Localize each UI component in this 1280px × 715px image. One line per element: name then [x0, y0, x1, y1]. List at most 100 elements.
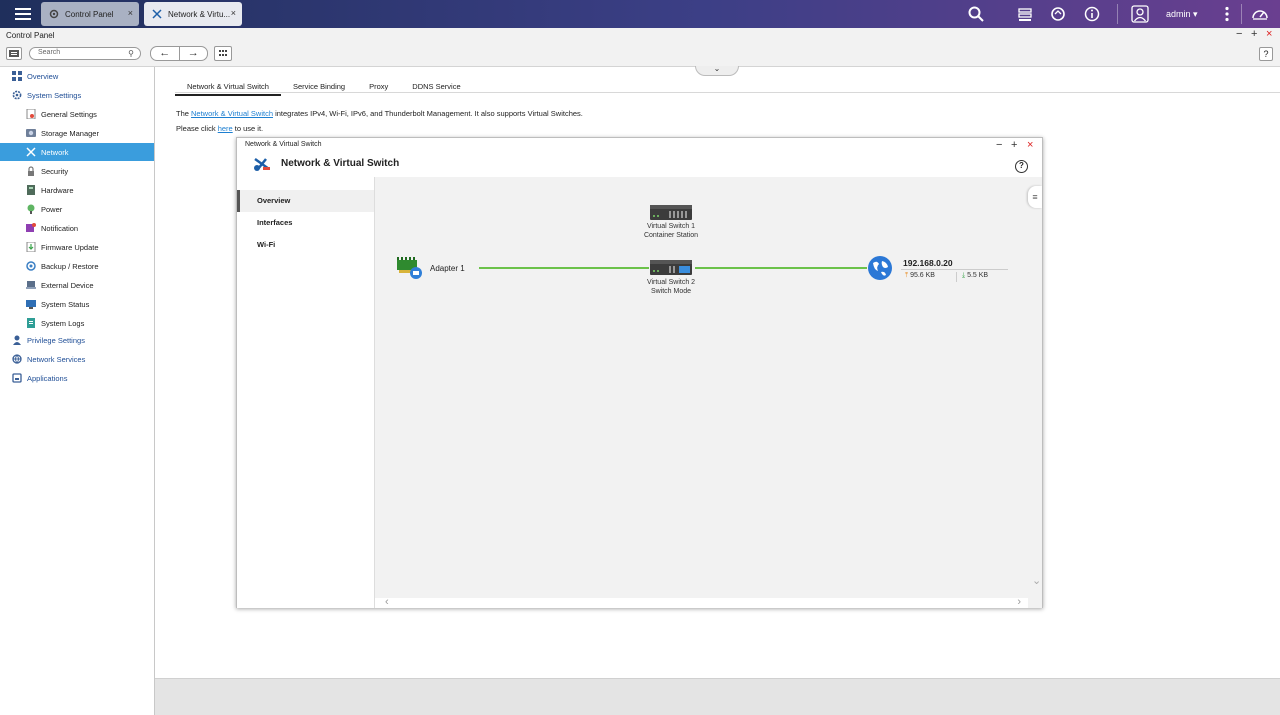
sidebar-item-notification[interactable]: Notification	[0, 219, 154, 237]
sidebar-toggle-button[interactable]	[6, 47, 22, 60]
sidebar-item-system-status[interactable]: System Status	[0, 295, 154, 313]
upload-icon: ⤒	[905, 272, 909, 279]
globe-icon	[12, 354, 22, 364]
virtual-switch-1-name: Virtual Switch 1	[646, 223, 696, 230]
sidebar-item-general-settings[interactable]: General Settings	[0, 105, 154, 123]
tab-label: Network & Virtu...	[168, 9, 231, 19]
virtual-switch-1-icon[interactable]	[649, 204, 693, 221]
inner-close-button[interactable]: ×	[1027, 139, 1033, 151]
close-tab-icon[interactable]: ×	[231, 8, 236, 18]
tab-network-virtual-switch[interactable]: Network & Virtu... ×	[144, 2, 242, 26]
inner-window-heading: Network & Virtual Switch	[281, 158, 400, 169]
upload-stat: ⤒ 95.6 KB	[905, 272, 935, 280]
description-line-2: Please click here to use it.	[176, 124, 263, 133]
back-button[interactable]: ←	[151, 47, 180, 60]
sidebar-item-label: Storage Manager	[41, 128, 99, 138]
sidebar-item-label: System Logs	[41, 318, 85, 328]
network-virtual-switch-window: Network & Virtual Switch − + × Network &…	[236, 137, 1043, 608]
sidebar-item-hardware[interactable]: Hardware	[0, 181, 154, 199]
help-button[interactable]: ?	[1259, 47, 1273, 61]
nav-wifi[interactable]: Wi-Fi	[237, 234, 374, 256]
user-icon[interactable]	[1131, 5, 1149, 23]
help-icon[interactable]: ?	[1015, 160, 1028, 173]
network-virtual-switch-link[interactable]: Network & Virtual Switch	[191, 109, 273, 118]
settings-icon	[26, 109, 36, 119]
search-input[interactable]: Search ⚲	[29, 47, 141, 60]
sidebar-item-system-settings[interactable]: System Settings	[0, 86, 154, 104]
user-menu[interactable]: admin ▾	[1166, 9, 1198, 20]
notification-icon	[26, 223, 36, 232]
horizontal-scrollbar[interactable]: ‹ ›	[375, 596, 1028, 608]
tab-service-binding[interactable]: Service Binding	[281, 80, 357, 96]
window-title: Control Panel	[0, 28, 1280, 42]
nav-interfaces[interactable]: Interfaces	[237, 212, 374, 234]
sync-icon[interactable]	[1049, 5, 1067, 23]
close-tab-icon[interactable]: ×	[128, 8, 133, 18]
forward-button[interactable]: →	[180, 47, 208, 60]
sidebar-item-label: Firmware Update	[41, 242, 99, 252]
sidebar-item-power[interactable]: Power	[0, 200, 154, 218]
apps-button[interactable]	[214, 46, 232, 61]
tab-network-virtual-switch[interactable]: Network & Virtual Switch	[175, 80, 281, 96]
search-placeholder: Search	[38, 49, 61, 56]
lock-icon	[28, 166, 34, 176]
globe-icon[interactable]	[867, 255, 893, 281]
close-button[interactable]: ×	[1266, 28, 1272, 41]
scroll-down-arrow[interactable]: ⌄	[1032, 574, 1041, 587]
network-switch-icon	[254, 157, 270, 171]
scroll-left-arrow[interactable]: ‹	[385, 596, 389, 608]
inner-nav: Overview Interfaces Wi-Fi	[237, 177, 375, 608]
upload-value: 95.6 KB	[910, 272, 935, 279]
sidebar-item-label: System Settings	[27, 90, 82, 100]
sidebar-item-overview[interactable]: Overview	[0, 67, 154, 85]
minimize-button[interactable]: −	[1236, 28, 1242, 41]
inner-maximize-button[interactable]: +	[1011, 139, 1017, 151]
main-menu-button[interactable]	[14, 5, 32, 23]
sidebar-item-network-services[interactable]: Network Services	[0, 350, 154, 368]
ip-address: 192.168.0.20	[903, 258, 953, 268]
toolbar: Search ⚲ ← → ?	[0, 42, 1280, 67]
inner-minimize-button[interactable]: −	[996, 139, 1002, 151]
search-icon[interactable]	[967, 5, 985, 23]
gear-icon	[49, 9, 59, 19]
sidebar-item-label: Applications	[27, 373, 68, 383]
sidebar-item-privilege-settings[interactable]: Privilege Settings	[0, 331, 154, 349]
tasks-icon[interactable]	[1016, 5, 1034, 23]
navigation-buttons: ← →	[150, 46, 208, 61]
sidebar-item-label: External Device	[41, 280, 94, 290]
tab-ddns-service[interactable]: DDNS Service	[400, 80, 472, 96]
menu-icon[interactable]: ≡	[1028, 186, 1042, 208]
tab-control-panel[interactable]: Control Panel ×	[41, 2, 139, 26]
sidebar-item-system-logs[interactable]: System Logs	[0, 314, 154, 332]
main-content: ⌄ Network & Virtual Switch Service Bindi…	[155, 65, 1280, 678]
tab-divider	[175, 92, 1280, 93]
sidebar-item-label: Hardware	[41, 185, 74, 195]
network-icon	[26, 147, 36, 157]
power-icon	[27, 204, 35, 214]
sidebar-item-storage-manager[interactable]: Storage Manager	[0, 124, 154, 142]
sidebar-item-security[interactable]: Security	[0, 162, 154, 180]
sidebar-item-applications[interactable]: Applications	[0, 369, 154, 387]
dashboard-icon[interactable]	[1251, 5, 1269, 23]
tab-proxy[interactable]: Proxy	[357, 80, 400, 96]
nav-overview[interactable]: Overview	[237, 190, 374, 212]
sidebar-item-network[interactable]: Network	[0, 143, 154, 161]
scroll-right-arrow[interactable]: ›	[1017, 596, 1021, 608]
sidebar-item-label: Notification	[41, 223, 79, 233]
list-icon	[9, 50, 19, 57]
virtual-switch-2-icon[interactable]	[649, 259, 693, 276]
ip-underline	[901, 269, 1008, 270]
info-icon[interactable]	[1083, 5, 1101, 23]
virtual-switch-2-mode: Switch Mode	[650, 288, 692, 295]
collapse-button[interactable]: ⌄	[695, 65, 739, 76]
maximize-button[interactable]: +	[1251, 28, 1257, 41]
more-options-icon[interactable]	[1218, 5, 1236, 23]
sidebar-item-label: Network Services	[27, 354, 86, 364]
inner-window-title: Network & Virtual Switch	[245, 141, 322, 148]
separator	[1117, 4, 1118, 24]
sidebar-item-backup-restore[interactable]: Backup / Restore	[0, 257, 154, 275]
here-link[interactable]: here	[218, 124, 233, 133]
sidebar-item-firmware-update[interactable]: Firmware Update	[0, 238, 154, 256]
sidebar-item-external-device[interactable]: External Device	[0, 276, 154, 294]
network-adapter-icon[interactable]	[396, 256, 424, 280]
